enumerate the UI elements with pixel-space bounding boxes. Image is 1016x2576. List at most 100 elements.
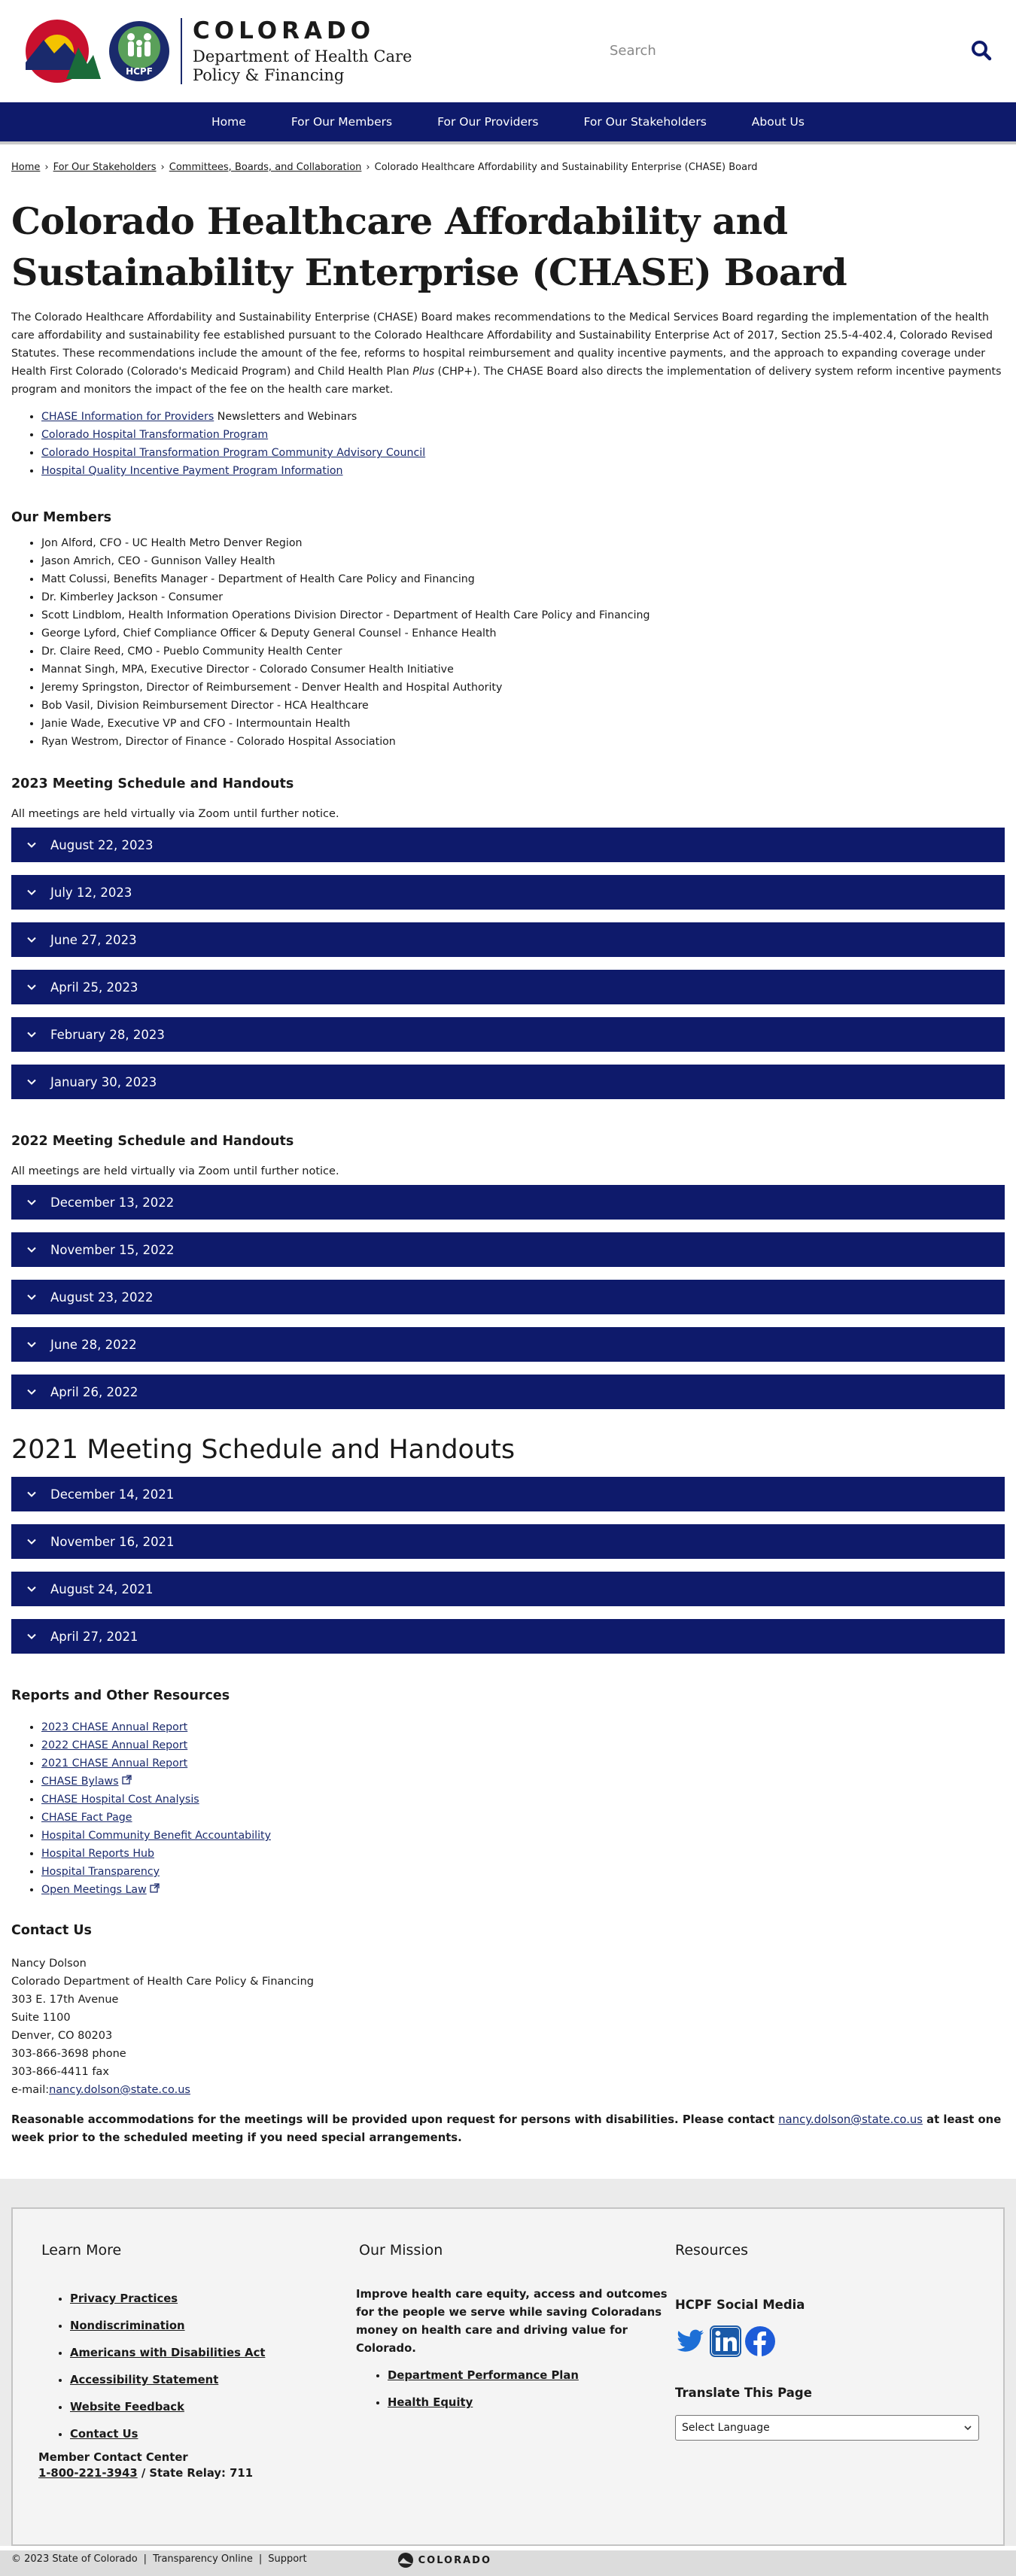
- social-heading: HCPF Social Media: [675, 2298, 805, 2312]
- accordion-label: April 27, 2021: [50, 1629, 138, 1644]
- footer-link[interactable]: Health Equity: [388, 2396, 473, 2409]
- list-item: CHASE Hospital Cost Analysis: [41, 1791, 1005, 1809]
- accordion-label: December 14, 2021: [50, 1487, 175, 1502]
- hospital-transformation-link[interactable]: Colorado Hospital Transformation Program: [41, 429, 268, 441]
- footer-link[interactable]: Accessibility Statement: [70, 2374, 218, 2386]
- breadcrumb-committees[interactable]: Committees, Boards, and Collaboration: [169, 162, 362, 173]
- list-item: 2022 CHASE Annual Report: [41, 1736, 1005, 1754]
- list-item: Hospital Reports Hub: [41, 1845, 1005, 1863]
- breadcrumb-separator: ›: [160, 162, 165, 173]
- intro-plus: Plus: [412, 366, 435, 378]
- list-item: Department Performance Plan: [388, 2362, 672, 2389]
- contact-email-link[interactable]: nancy.dolson@state.co.us: [49, 2084, 190, 2096]
- accordion-item[interactable]: November 15, 2022: [11, 1232, 1005, 1267]
- accordion-item[interactable]: December 13, 2022: [11, 1185, 1005, 1220]
- footer-link[interactable]: Website Feedback: [70, 2401, 184, 2413]
- nav-about-us[interactable]: About Us: [729, 115, 827, 129]
- accordion-2023: August 22, 2023 July 12, 2023 June 27, 2…: [11, 828, 1005, 1099]
- chevron-down-icon: [27, 1491, 36, 1497]
- accordion-item[interactable]: June 27, 2023: [11, 922, 1005, 957]
- transparency-online-link[interactable]: Transparency Online: [153, 2553, 253, 2565]
- chevron-down-icon: [27, 1586, 36, 1592]
- report-link[interactable]: Hospital Community Benefit Accountabilit…: [41, 1830, 271, 1842]
- list-item: Accessibility Statement: [70, 2367, 265, 2394]
- linkedin-icon[interactable]: [710, 2325, 741, 2360]
- accordion-item[interactable]: April 26, 2022: [11, 1375, 1005, 1409]
- report-link[interactable]: Hospital Reports Hub: [41, 1848, 154, 1860]
- breadcrumb-home[interactable]: Home: [11, 162, 40, 173]
- accordion-item[interactable]: April 27, 2021: [11, 1619, 1005, 1654]
- accommodation-email-link[interactable]: nancy.dolson@state.co.us: [778, 2113, 923, 2126]
- report-link[interactable]: CHASE Hospital Cost Analysis: [41, 1794, 199, 1806]
- accordion-2021: December 14, 2021 November 16, 2021 Augu…: [11, 1477, 1005, 1654]
- facebook-icon[interactable]: [744, 2325, 776, 2360]
- accordion-item[interactable]: June 28, 2022: [11, 1327, 1005, 1362]
- chase-info-providers-link[interactable]: CHASE Information for Providers: [41, 411, 214, 423]
- accordion-label: July 12, 2023: [50, 885, 132, 900]
- accordion-item[interactable]: July 12, 2023: [11, 875, 1005, 910]
- accordion-label: November 16, 2021: [50, 1534, 175, 1549]
- colorado-logo-icon: [26, 20, 101, 83]
- accordion-item[interactable]: August 24, 2021: [11, 1572, 1005, 1606]
- accordion-item[interactable]: February 28, 2023: [11, 1017, 1005, 1052]
- report-link[interactable]: 2021 CHASE Annual Report: [41, 1757, 187, 1769]
- schedule-2022-note: All meetings are held virtually via Zoom…: [11, 1165, 339, 1177]
- accordion-item[interactable]: January 30, 2023: [11, 1065, 1005, 1099]
- chevron-down-icon: [27, 842, 36, 848]
- top-links-list: CHASE Information for Providers Newslett…: [41, 408, 1005, 480]
- contact-line: Denver, CO 80203: [11, 2030, 113, 2042]
- hqip-info-link[interactable]: Hospital Quality Incentive Payment Progr…: [41, 465, 343, 477]
- accordion-item[interactable]: August 23, 2022: [11, 1280, 1005, 1314]
- schedule-2022-heading: 2022 Meeting Schedule and Handouts: [11, 1134, 294, 1149]
- search-input[interactable]: [595, 42, 941, 59]
- report-link[interactable]: CHASE Fact Page: [41, 1812, 132, 1824]
- member-item: Matt Colussi, Benefits Manager - Departm…: [41, 570, 1005, 588]
- logo-divider: [181, 18, 182, 84]
- intro-paragraph: The Colorado Healthcare Affordability an…: [11, 308, 1006, 399]
- htp-advisory-council-link[interactable]: Colorado Hospital Transformation Program…: [41, 447, 425, 459]
- language-select[interactable]: Select Language: [675, 2415, 979, 2441]
- support-link[interactable]: Support: [268, 2553, 306, 2565]
- list-item: Hospital Community Benefit Accountabilit…: [41, 1827, 1005, 1845]
- report-link[interactable]: 2023 CHASE Annual Report: [41, 1721, 187, 1733]
- twitter-icon[interactable]: [675, 2325, 707, 2360]
- nav-for-our-providers[interactable]: For Our Providers: [415, 115, 561, 129]
- member-phone-line: 1-800-221-3943 / State Relay: 711: [38, 2467, 265, 2480]
- footer-link[interactable]: Nondiscrimination: [70, 2319, 185, 2332]
- report-link[interactable]: 2022 CHASE Annual Report: [41, 1739, 187, 1751]
- report-link[interactable]: Open Meetings Law: [41, 1884, 147, 1896]
- schedule-2021-heading: 2021 Meeting Schedule and Handouts: [11, 1435, 516, 1465]
- accordion-item[interactable]: April 25, 2023: [11, 970, 1005, 1004]
- nav-home[interactable]: Home: [189, 115, 269, 129]
- report-link[interactable]: Hospital Transparency: [41, 1866, 160, 1878]
- site-logo[interactable]: HCPF COLORADO Department of Health Care …: [21, 17, 412, 85]
- member-phone-link[interactable]: 1-800-221-3943: [38, 2467, 138, 2480]
- footer-link[interactable]: Privacy Practices: [70, 2292, 178, 2305]
- footer-link[interactable]: Contact Us: [70, 2428, 138, 2441]
- accordion-label: August 23, 2022: [50, 1290, 154, 1305]
- accordion-item[interactable]: August 22, 2023: [11, 828, 1005, 862]
- footer-link[interactable]: Americans with Disabilities Act: [70, 2347, 265, 2359]
- search-icon: [972, 41, 992, 61]
- nav-for-our-stakeholders[interactable]: For Our Stakeholders: [561, 115, 729, 129]
- contact-heading: Contact Us: [11, 1923, 92, 1938]
- list-item: Nondiscrimination: [70, 2313, 265, 2340]
- reports-heading: Reports and Other Resources: [11, 1688, 230, 1703]
- chevron-down-icon: [27, 1294, 36, 1300]
- mission-heading: Our Mission: [359, 2242, 443, 2259]
- breadcrumb-stakeholders[interactable]: For Our Stakeholders: [53, 162, 157, 173]
- chevron-down-icon: [27, 1247, 36, 1253]
- nav-for-our-members[interactable]: For Our Members: [269, 115, 415, 129]
- hcpf-logo-text: HCPF: [126, 66, 153, 77]
- chevron-down-icon: [27, 1031, 36, 1037]
- accordion-item[interactable]: November 16, 2021: [11, 1524, 1005, 1559]
- search-button[interactable]: [968, 37, 995, 64]
- bottom-bar-separator: |: [143, 2553, 148, 2565]
- accordion-item[interactable]: December 14, 2021: [11, 1477, 1005, 1511]
- contact-line: Nancy Dolson: [11, 1958, 87, 1970]
- footer-link[interactable]: Department Performance Plan: [388, 2369, 579, 2382]
- list-item: Website Feedback: [70, 2394, 265, 2421]
- report-link[interactable]: CHASE Bylaws: [41, 1776, 119, 1788]
- chevron-down-icon: [27, 1389, 36, 1395]
- schedule-2023-heading: 2023 Meeting Schedule and Handouts: [11, 776, 294, 791]
